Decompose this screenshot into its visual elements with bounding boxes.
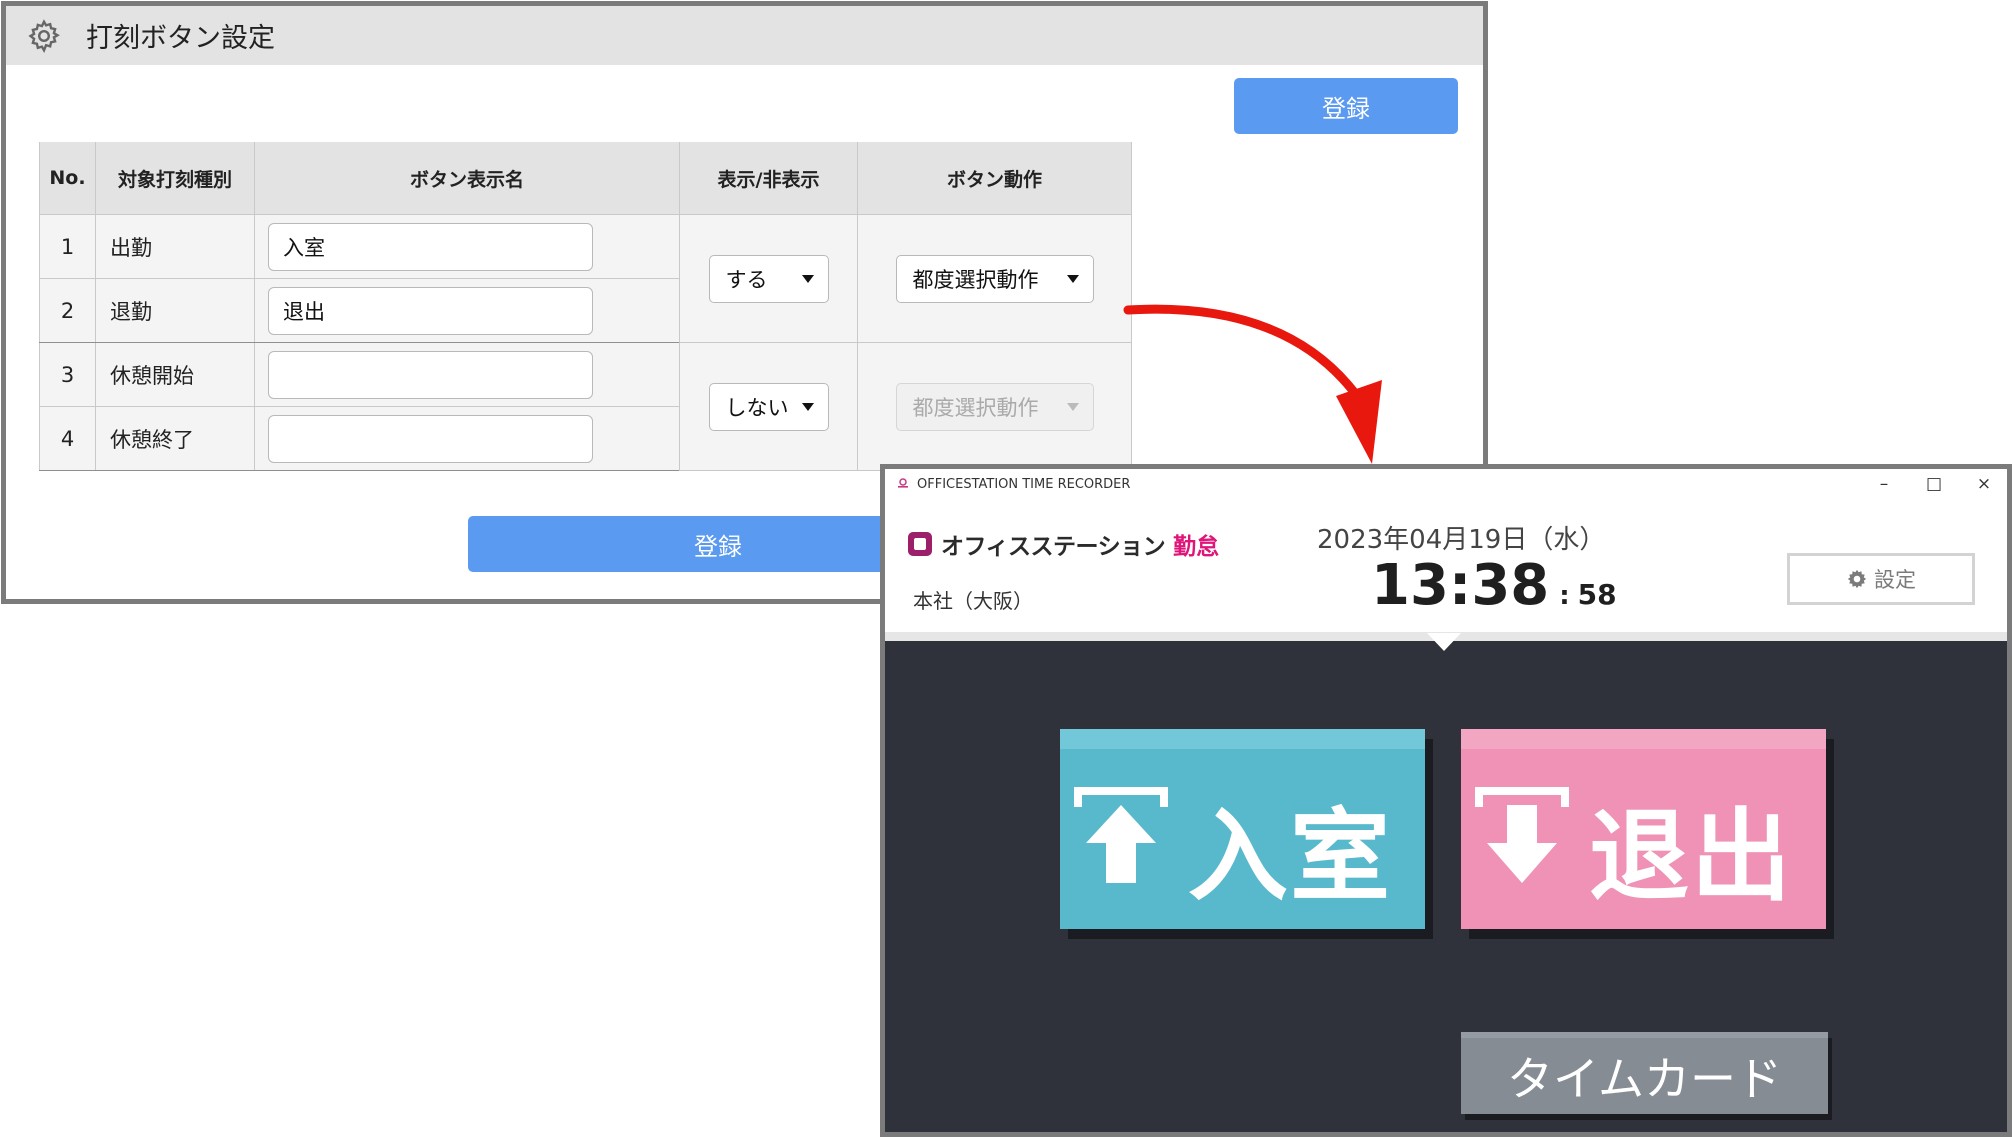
row-punch-type: 出勤 <box>95 214 255 279</box>
current-time: 13:38 : 58 <box>1371 553 1617 618</box>
window-title: OFFICESTATION TIME RECORDER <box>917 476 1131 492</box>
recorder-body <box>885 641 2007 1132</box>
pointer-notch <box>1427 633 1461 651</box>
app-icon <box>898 478 908 488</box>
visibility-value: する <box>725 267 768 292</box>
minimize-icon[interactable]: – <box>1875 474 1893 494</box>
button-action-value: 都度選択動作 <box>912 395 1039 420</box>
row-no: 1 <box>39 214 96 279</box>
button-action-select[interactable]: 都度選択動作 <box>895 254 1094 303</box>
window-titlebar: OFFICESTATION TIME RECORDER – □ × <box>885 469 2007 499</box>
office-location: 本社（大阪） <box>913 589 1033 613</box>
row-no: 2 <box>39 278 96 343</box>
row-punch-type: 休憩終了 <box>95 406 255 471</box>
row-no: 4 <box>39 406 96 471</box>
gear-icon <box>28 18 60 53</box>
current-date: 2023年04月19日（水） <box>1317 525 1606 555</box>
gear-icon <box>1847 569 1867 589</box>
punch-in-button[interactable]: 入室 <box>1060 729 1425 929</box>
header-visibility: 表示/非表示 <box>679 142 858 215</box>
button-name-input[interactable]: 退出 <box>268 286 593 335</box>
table-row: 3 休憩開始 しない 都度選択動作 <box>39 342 1132 471</box>
arrow-up-icon <box>1074 787 1168 883</box>
time-hour-minute: 13:38 <box>1371 553 1550 618</box>
punch-in-label: 入室 <box>1188 798 1392 915</box>
button-name-input[interactable] <box>268 350 593 399</box>
caret-down-icon <box>1066 274 1079 283</box>
maximize-icon[interactable]: □ <box>1925 474 1943 494</box>
button-name-input[interactable] <box>268 414 593 463</box>
punch-out-label: 退出 <box>1589 798 1793 915</box>
caret-down-icon <box>801 274 814 283</box>
curved-arrow-icon <box>1123 304 1382 464</box>
button-settings-table: No. 対象打刻種別 ボタン表示名 表示/非表示 ボタン動作 1 出勤 入室 す… <box>39 142 1132 471</box>
header-punch-type: 対象打刻種別 <box>95 142 255 215</box>
page-title: 打刻ボタン設定 <box>86 23 275 54</box>
close-icon[interactable]: × <box>1975 474 1993 494</box>
time-recorder-window: OFFICESTATION TIME RECORDER – □ × オフィスステ… <box>880 464 2012 1137</box>
visibility-select[interactable]: しない <box>708 382 829 431</box>
row-no: 3 <box>39 342 96 407</box>
register-button-top[interactable]: 登録 <box>1234 78 1458 134</box>
table-row: 1 出勤 入室 する 都度選択動作 <box>39 214 1132 343</box>
table-header-row: No. 対象打刻種別 ボタン表示名 表示/非表示 ボタン動作 <box>39 142 1132 215</box>
time-separator: : <box>1559 581 1570 611</box>
caret-down-icon <box>1066 402 1079 411</box>
visibility-select[interactable]: する <box>708 254 829 303</box>
punch-out-button[interactable]: 退出 <box>1461 729 1826 929</box>
row-punch-type: 休憩開始 <box>95 342 255 407</box>
button-name-input[interactable]: 入室 <box>268 222 593 271</box>
button-action-select-disabled: 都度選択動作 <box>895 382 1094 431</box>
row-punch-type: 退勤 <box>95 278 255 343</box>
header-no: No. <box>39 142 96 215</box>
time-seconds: 58 <box>1577 578 1617 611</box>
brand-name: オフィスステーション <box>941 534 1166 560</box>
timecard-button[interactable]: タイムカード <box>1461 1032 1828 1114</box>
header-button-action: ボタン動作 <box>857 142 1132 215</box>
button-action-value: 都度選択動作 <box>912 267 1039 292</box>
header-button-name: ボタン表示名 <box>254 142 680 215</box>
settings-button[interactable]: 設定 <box>1787 553 1975 605</box>
caret-down-icon <box>801 402 814 411</box>
arrow-down-icon <box>1475 787 1569 883</box>
brand-logo: オフィスステーション 勤怠 <box>907 527 1219 561</box>
brand-accent: 勤怠 <box>1173 534 1220 560</box>
visibility-value: しない <box>725 395 789 420</box>
panel-header: 打刻ボタン設定 <box>6 6 1483 65</box>
settings-label: 設定 <box>1874 568 1916 592</box>
brand-mark-icon <box>908 532 932 556</box>
